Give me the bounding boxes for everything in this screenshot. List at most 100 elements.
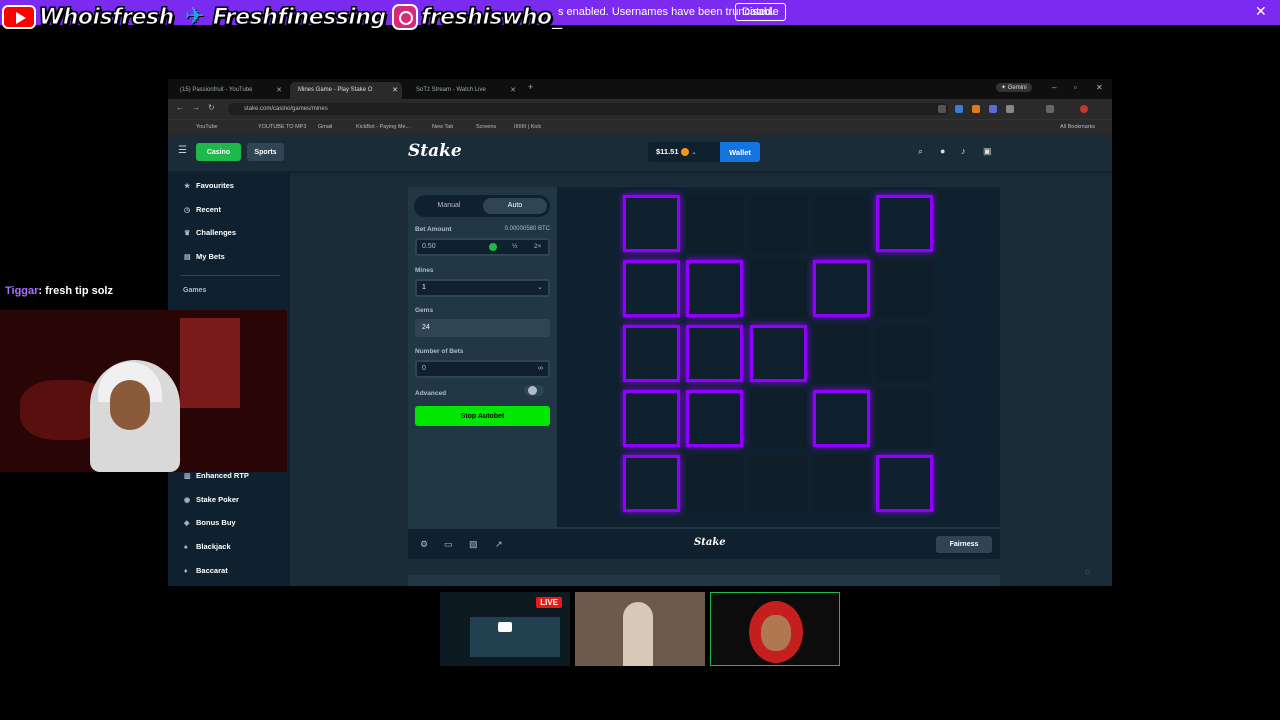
minimize-icon[interactable]: – <box>1052 83 1056 92</box>
tab-mines-game[interactable]: Mines Game - Play Stake O ✕ <box>290 82 402 99</box>
sidebar-item-baccarat[interactable]: ♦ Baccarat <box>184 563 228 579</box>
mine-tile-selected[interactable] <box>623 325 680 382</box>
thumbnail-avatar[interactable] <box>710 592 840 666</box>
mine-tile-selected[interactable] <box>812 390 870 447</box>
thumbnail-person[interactable] <box>575 592 705 666</box>
mine-tile[interactable] <box>686 195 744 252</box>
sidebar-item-blackjack[interactable]: ♠ Blackjack <box>184 539 231 555</box>
back-icon[interactable]: ← <box>176 103 184 112</box>
tab-solz-stream[interactable]: SoTz Stream - Watch Live ✕ <box>408 82 520 99</box>
sidebar-item-favourites[interactable]: ★ Favourites <box>184 178 234 194</box>
stake-logo[interactable]: Stake <box>408 141 462 161</box>
profile-icon[interactable] <box>1080 105 1088 113</box>
sidebar-item-challenges[interactable]: ♛ Challenges <box>184 225 236 241</box>
new-tab-button[interactable]: + <box>528 82 533 92</box>
mine-tile-selected[interactable] <box>623 455 680 512</box>
bet-amount-input[interactable]: 0.50 ½ 2× <box>415 238 550 256</box>
mine-tile[interactable] <box>812 195 870 252</box>
close-icon[interactable]: ✕ <box>1255 3 1267 20</box>
extension-icon[interactable] <box>989 105 997 113</box>
mine-tile-selected[interactable] <box>876 195 934 252</box>
mine-tile[interactable] <box>749 455 807 512</box>
disable-button[interactable]: Disable <box>735 3 786 21</box>
mine-tile-selected[interactable] <box>749 325 807 382</box>
url-input[interactable]: stake.com/casino/games/mines <box>228 103 948 115</box>
youtube-name: Whoisfresh <box>39 4 175 30</box>
double-button[interactable]: 2× <box>534 240 541 254</box>
mine-tile[interactable] <box>749 260 807 317</box>
thumbnail-live[interactable]: LIVE <box>440 592 570 666</box>
gemini-button[interactable]: ✦ Gemini <box>996 83 1032 92</box>
mine-tile-selected[interactable] <box>623 260 680 317</box>
mine-tile-selected[interactable] <box>812 260 870 317</box>
mine-tile-selected[interactable] <box>623 195 680 252</box>
reload-icon[interactable]: ↻ <box>208 103 215 112</box>
mine-tile[interactable] <box>812 325 870 382</box>
baccarat-icon: ♦ <box>184 568 188 575</box>
mine-tile[interactable] <box>686 455 744 512</box>
tab-manual[interactable]: Manual <box>417 198 481 214</box>
stats-icon[interactable]: ▨ <box>469 539 478 550</box>
forward-icon[interactable]: → <box>192 103 200 112</box>
sidebar-item-my-bets[interactable]: ▤ My Bets <box>184 249 225 265</box>
bookmark-youtube-mp3[interactable]: YOUTUBE TO MP3 <box>258 124 306 130</box>
maximize-icon[interactable]: ▫ <box>1074 83 1077 92</box>
mine-tile-selected[interactable] <box>686 260 744 317</box>
close-window-icon[interactable]: ✕ <box>1096 83 1103 92</box>
support-icon[interactable]: ◌ <box>1085 567 1090 577</box>
sidebar-section-games[interactable]: Games <box>183 287 206 294</box>
popout-icon[interactable]: ↗ <box>495 539 503 550</box>
mine-tile-selected[interactable] <box>686 325 744 382</box>
mine-tile-selected[interactable] <box>623 390 680 447</box>
thumbnail-cursor <box>498 622 512 632</box>
bet-amount-label: Bet Amount <box>415 226 452 233</box>
user-icon[interactable]: ● <box>940 146 945 156</box>
mine-tile[interactable] <box>812 455 870 512</box>
advanced-toggle[interactable] <box>524 385 544 396</box>
theatre-mode-icon[interactable]: ▭ <box>444 539 453 550</box>
mine-tile[interactable] <box>876 325 934 382</box>
tab-auto[interactable]: Auto <box>483 198 547 214</box>
mines-value: 1 <box>422 284 426 291</box>
mine-tile[interactable] <box>749 390 807 447</box>
extension-icon[interactable] <box>1006 105 1014 113</box>
stop-autobet-button[interactable]: Stop Autobet <box>415 406 550 426</box>
bookmark-screens[interactable]: Screens <box>476 124 496 130</box>
bookmark-youtube[interactable]: YouTube <box>196 124 218 130</box>
chat-panel-icon[interactable]: ▣ <box>983 146 992 157</box>
mine-tile[interactable] <box>749 195 807 252</box>
download-icon[interactable] <box>1046 105 1054 113</box>
casino-button[interactable]: Casino <box>196 143 241 161</box>
tab-youtube[interactable]: (15) Passionfruit - YouTube ✕ <box>172 82 286 99</box>
sidebar-item-bonus-buy[interactable]: ◈ Bonus Buy <box>184 515 236 531</box>
extension-icon[interactable] <box>938 105 946 113</box>
fairness-button[interactable]: Fairness <box>936 536 992 553</box>
mine-tile-selected[interactable] <box>876 455 934 512</box>
infinity-icon[interactable]: ∞ <box>538 362 543 376</box>
search-icon[interactable]: ⌕ <box>918 146 923 157</box>
all-bookmarks[interactable]: All Bookmarks <box>1060 124 1095 130</box>
bell-icon[interactable]: ♪ <box>961 146 966 156</box>
number-of-bets-input[interactable]: 0 ∞ <box>415 360 550 378</box>
close-icon[interactable]: ✕ <box>510 82 516 99</box>
bookmark-kick[interactable]: IIIIIIII | Kick <box>514 124 541 130</box>
bookmark-kickbot[interactable]: KickBot - Paying Me... <box>356 124 410 130</box>
balance-selector[interactable]: $11.51 ⌄ <box>648 142 720 162</box>
extension-icon[interactable] <box>972 105 980 113</box>
mine-tile[interactable] <box>876 260 934 317</box>
mines-select[interactable]: 1 ⌄ <box>415 279 550 297</box>
mine-tile[interactable] <box>876 390 934 447</box>
sidebar-item-recent[interactable]: ◷ Recent <box>184 202 221 218</box>
menu-icon[interactable]: ☰ <box>178 145 187 156</box>
extension-icon[interactable] <box>955 105 963 113</box>
close-icon[interactable]: ✕ <box>276 82 282 99</box>
sidebar-item-stake-poker[interactable]: ◉ Stake Poker <box>184 492 239 508</box>
settings-icon[interactable]: ⚙ <box>420 539 428 550</box>
wallet-button[interactable]: Wallet <box>720 142 760 162</box>
mine-tile-selected[interactable] <box>686 390 744 447</box>
bookmark-gmail[interactable]: Gmail <box>318 124 332 130</box>
sports-button[interactable]: Sports <box>247 143 284 161</box>
bookmark-new-tab[interactable]: New Tab <box>432 124 453 130</box>
half-button[interactable]: ½ <box>512 240 517 254</box>
close-icon[interactable]: ✕ <box>392 82 398 99</box>
